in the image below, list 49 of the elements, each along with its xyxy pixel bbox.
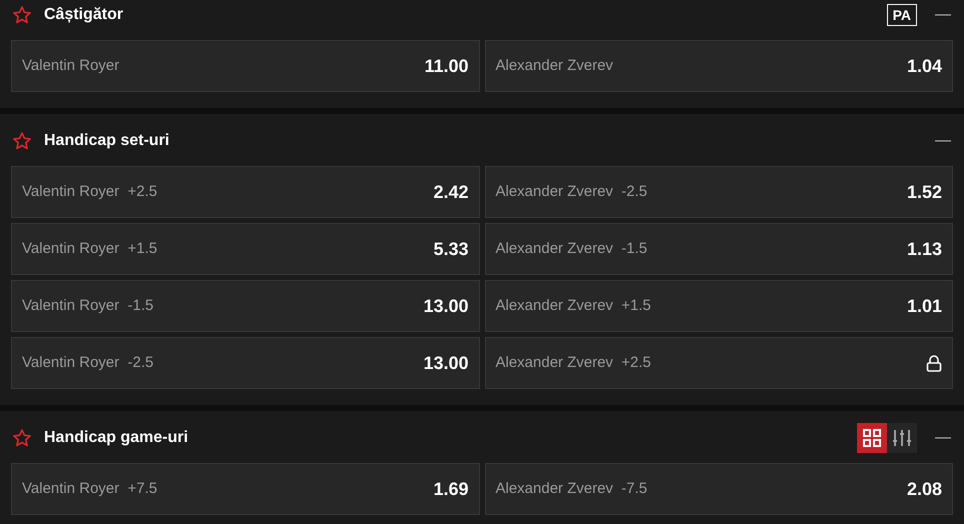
market-title: Handicap set-uri [44,131,170,151]
market-title: Câștigător [44,5,124,25]
odds-value: 13.00 [423,294,468,318]
odds-button[interactable]: Valentin Royer -1.5 13.00 [11,280,480,332]
outcome-label: Valentin Royer +7.5 [22,478,158,499]
market-title: Handicap game-uri [44,428,188,448]
odds-value: 5.33 [433,238,468,260]
outcome-label: Valentin Royer +1.5 [22,238,158,259]
star-icon[interactable] [12,428,32,448]
collapse-button[interactable]: — [933,3,953,27]
odds-button[interactable]: Alexander Zverev +1.5 1.01 [484,280,953,332]
odds-value: 2.08 [906,478,942,500]
odds-value: 2.42 [433,180,468,204]
odds-button[interactable]: Valentin Royer -2.5 13.00 [11,337,480,389]
pa-badge: PA [886,4,917,26]
odds-button[interactable]: Alexander Zverev -2.5 1.52 [484,166,953,218]
outcome-label: Valentin Royer -2.5 [22,352,154,373]
odds-button[interactable]: Valentin Royer +1.5 5.33 [11,223,480,275]
odds-value: 13.00 [423,352,468,374]
grid-icon [863,429,881,447]
odds-button[interactable]: Valentin Royer +7.5 1.69 [11,463,480,515]
odds-button[interactable]: Alexander Zverev 1.04 [484,40,953,92]
outcome-label: Valentin Royer -1.5 [22,296,154,316]
outcome-label: Alexander Zverev +2.5 [496,352,652,373]
star-icon[interactable] [12,131,32,151]
collapse-button[interactable]: — [933,129,953,153]
star-icon[interactable] [12,5,32,25]
outcome-label: Alexander Zverev -1.5 [496,238,648,259]
odds-value: 1.52 [906,180,942,204]
outcome-label: Alexander Zverev +1.5 [496,296,652,316]
outcome-label: Valentin Royer +2.5 [22,182,158,202]
odds-value: 1.13 [906,238,942,260]
outcome-label: Valentin Royer [22,56,120,76]
outcome-label: Alexander Zverev -7.5 [496,478,648,499]
odds-value: 1.01 [906,294,942,318]
sliders-icon [892,429,912,447]
odds-button[interactable]: Valentin Royer +2.5 2.42 [11,166,480,218]
collapse-button[interactable]: — [933,426,953,450]
outcome-label: Alexander Zverev -2.5 [496,182,648,202]
outcome-label: Alexander Zverev [496,56,614,76]
odds-value: 1.69 [433,478,468,500]
odds-button[interactable]: Alexander Zverev -1.5 1.13 [484,223,953,275]
odds-button[interactable]: Valentin Royer 11.00 [11,40,480,92]
odds-value: 1.04 [906,54,942,78]
odds-button[interactable]: Alexander Zverev +2.5 [484,337,953,389]
odds-button[interactable]: Alexander Zverev -7.5 2.08 [484,463,953,515]
lock-icon [926,354,942,372]
odds-value: 11.00 [424,54,468,78]
view-toggle-button[interactable] [857,423,887,453]
